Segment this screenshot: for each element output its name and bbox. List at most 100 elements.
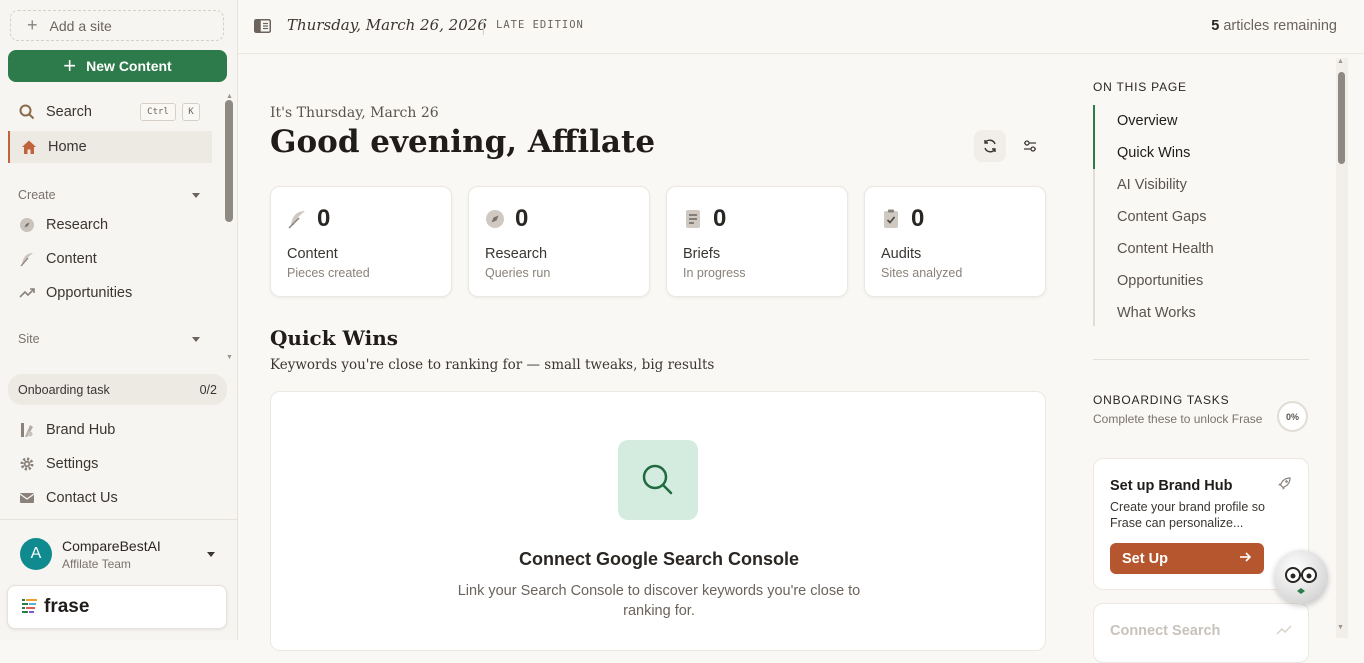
- new-content-button[interactable]: + New Content: [8, 50, 227, 82]
- site-collapse-icon[interactable]: [192, 337, 200, 342]
- chevron-down-icon: [207, 552, 215, 557]
- task-title: Connect Search: [1110, 623, 1221, 639]
- content-label: Content: [46, 251, 97, 267]
- on-this-page-heading: ON THIS PAGE: [1093, 80, 1187, 94]
- sidebar-item-home[interactable]: Home: [8, 131, 212, 163]
- feather-icon: [287, 209, 307, 229]
- set-up-button[interactable]: Set Up: [1110, 543, 1264, 574]
- trending-up-icon: [1276, 623, 1292, 641]
- stat-value: 0: [713, 205, 727, 232]
- mascot-glasses-icon: [1285, 567, 1317, 594]
- frase-logo-icon: [22, 599, 37, 613]
- stat-label: Research: [485, 246, 548, 262]
- task-description: Create your brand profile so Frase can p…: [1110, 500, 1265, 530]
- site-section-label: Site: [18, 332, 40, 346]
- search-icon-tile: [618, 440, 698, 520]
- gear-icon: [18, 455, 36, 473]
- new-content-label: New Content: [86, 58, 172, 74]
- brand-hub-icon: [18, 421, 36, 439]
- set-up-label: Set Up: [1122, 550, 1168, 567]
- brand-logo: frase: [7, 585, 227, 629]
- search-label: Search: [46, 104, 92, 120]
- scroll-down-arrow-icon[interactable]: ▼: [1337, 624, 1344, 631]
- sidebar-item-opportunities[interactable]: Opportunities: [8, 277, 212, 309]
- customize-button[interactable]: [1014, 130, 1046, 162]
- scroll-down-arrow-icon[interactable]: ▼: [226, 354, 233, 361]
- search-icon: [642, 464, 673, 495]
- compass-icon: [18, 216, 36, 234]
- onboarding-task-label: Onboarding task: [18, 382, 110, 397]
- sidebar-item-research[interactable]: Research: [8, 209, 212, 241]
- quick-wins-subtitle: Keywords you're close to ranking for — s…: [270, 357, 715, 373]
- sidebar-toggle-icon[interactable]: [254, 19, 271, 38]
- toc-active-indicator: [1093, 105, 1095, 169]
- onboarding-task-count: 0/2: [199, 382, 217, 397]
- feather-icon: [18, 250, 36, 268]
- scroll-up-arrow-icon[interactable]: ▲: [1337, 58, 1344, 65]
- stat-label: Content: [287, 246, 338, 262]
- stat-label: Audits: [881, 246, 922, 262]
- search-button[interactable]: Search Ctrl K: [8, 96, 212, 128]
- stat-label: Briefs: [683, 246, 721, 262]
- sidebar: + Add a site + New Content Search Ctrl K…: [0, 0, 238, 640]
- scroll-up-arrow-icon[interactable]: ▲: [226, 93, 233, 100]
- sidebar-item-settings[interactable]: Settings: [8, 448, 212, 480]
- create-collapse-icon[interactable]: [192, 193, 200, 198]
- account-team: Affilate Team: [62, 557, 131, 571]
- sidebar-item-content[interactable]: Content: [8, 243, 212, 275]
- document-icon: [683, 209, 703, 229]
- connect-gsc-title: Connect Google Search Console: [518, 549, 800, 569]
- refresh-icon: [984, 139, 996, 153]
- toc-item-overview[interactable]: Overview: [1117, 113, 1177, 129]
- add-site-button[interactable]: + Add a site: [10, 10, 224, 41]
- stat-sub: Pieces created: [287, 266, 370, 280]
- stat-sub: Queries run: [485, 266, 551, 280]
- stat-card-content[interactable]: 0 Content Pieces created: [270, 186, 452, 297]
- toc-item-opportunities[interactable]: Opportunities: [1117, 273, 1203, 289]
- assistant-mascot-button[interactable]: [1274, 550, 1328, 604]
- page-title: Good evening, Affilate: [270, 124, 656, 160]
- divider: [1093, 359, 1309, 360]
- home-label: Home: [48, 139, 87, 155]
- articles-remaining: 5 articles remaining: [1211, 18, 1337, 34]
- toc-item-content-health[interactable]: Content Health: [1117, 241, 1214, 257]
- plus-icon: +: [27, 15, 38, 35]
- onboarding-tasks-heading: ONBOARDING TASKS: [1093, 393, 1230, 407]
- edition-label: LATE EDITION: [483, 19, 584, 35]
- account-switcher[interactable]: A CompareBestAI Affilate Team: [0, 519, 237, 582]
- toc-item-what-works[interactable]: What Works: [1117, 305, 1196, 321]
- research-label: Research: [46, 217, 109, 233]
- plus-icon: +: [63, 53, 77, 78]
- stat-card-research[interactable]: 0 Research Queries run: [468, 186, 650, 297]
- add-site-label: Add a site: [49, 17, 112, 34]
- envelope-icon: [18, 489, 36, 507]
- toc-item-ai-visibility[interactable]: AI Visibility: [1117, 177, 1187, 193]
- toc-item-quick-wins[interactable]: Quick Wins: [1117, 145, 1190, 161]
- connect-gsc-card: Connect Google Search Console Link your …: [270, 391, 1046, 651]
- stat-card-audits[interactable]: 0 Audits Sites analyzed: [864, 186, 1046, 297]
- sidebar-item-brand-hub[interactable]: Brand Hub: [8, 414, 212, 446]
- stat-card-briefs[interactable]: 0 Briefs In progress: [666, 186, 848, 297]
- brand-hub-label: Brand Hub: [46, 422, 116, 438]
- stat-sub: Sites analyzed: [881, 266, 963, 280]
- avatar: A: [20, 538, 52, 570]
- sidebar-item-contact-us[interactable]: Contact Us: [8, 482, 212, 514]
- articles-remaining-label: articles remaining: [1223, 18, 1337, 34]
- articles-remaining-count: 5: [1211, 18, 1220, 34]
- sliders-icon: [1024, 140, 1036, 152]
- refresh-button[interactable]: [974, 130, 1006, 162]
- task-title: Set up Brand Hub: [1110, 478, 1233, 494]
- connect-gsc-description: Link your Search Console to discover key…: [457, 583, 861, 619]
- settings-label: Settings: [46, 456, 99, 472]
- stat-value: 0: [515, 205, 529, 232]
- account-name: CompareBestAI: [62, 538, 161, 554]
- toc-item-content-gaps[interactable]: Content Gaps: [1117, 209, 1206, 225]
- sidebar-scrollbar[interactable]: [225, 100, 233, 222]
- brand-name: frase: [44, 596, 90, 617]
- contact-us-label: Contact Us: [46, 490, 118, 506]
- onboarding-task-pill[interactable]: Onboarding task 0/2: [8, 374, 227, 405]
- arrow-right-icon: [1239, 551, 1252, 567]
- clipboard-check-icon: [881, 209, 901, 229]
- main-scrollbar[interactable]: [1338, 72, 1345, 164]
- masthead-date: Thursday, March 26, 2026: [287, 16, 487, 34]
